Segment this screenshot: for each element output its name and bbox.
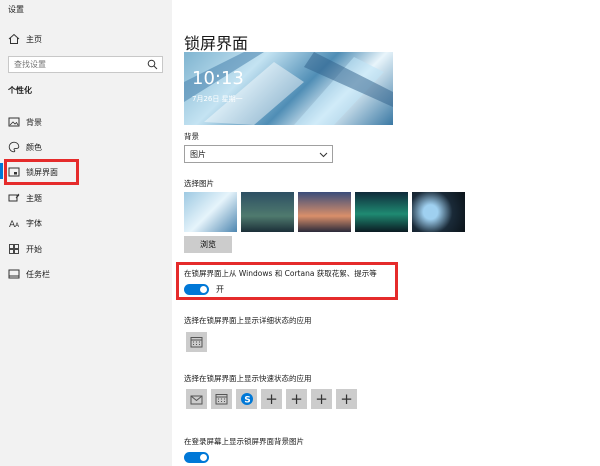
window-title: 设置 — [8, 5, 24, 14]
detailed-status-app-calendar[interactable] — [186, 332, 207, 352]
quick-status-add-button[interactable]: + — [311, 389, 332, 409]
svg-text:A: A — [15, 222, 20, 229]
preview-time: 10:13 — [192, 68, 244, 89]
sidebar: 设置 主页 个性化 背景 颜色 锁屏界面 — [0, 0, 172, 466]
picture-thumbnail[interactable] — [298, 192, 351, 232]
picture-thumbnail[interactable] — [355, 192, 408, 232]
browse-button[interactable]: 浏览 — [184, 236, 232, 253]
sidebar-item-label: 字体 — [26, 218, 42, 228]
plus-icon: + — [315, 389, 328, 408]
sidebar-item-label: 颜色 — [26, 142, 42, 152]
start-icon — [9, 244, 19, 254]
sidebar-item-label: 主题 — [26, 193, 42, 203]
taskbar-icon — [8, 269, 20, 279]
picture-thumbnail[interactable] — [184, 192, 237, 232]
preview-date: 7月26日 星期一 — [192, 95, 243, 103]
plus-icon: + — [265, 389, 278, 408]
sidebar-item-home[interactable]: 主页 — [8, 31, 42, 47]
quick-status-add-button[interactable]: + — [336, 389, 357, 409]
calendar-icon — [190, 337, 203, 348]
quick-status-add-button[interactable]: + — [261, 389, 282, 409]
calendar-icon — [215, 394, 228, 405]
picture-thumbnails — [184, 192, 469, 232]
sidebar-item-themes[interactable]: 主题 — [8, 190, 42, 206]
toggle-knob — [200, 286, 207, 293]
home-icon — [8, 33, 20, 44]
themes-icon — [8, 193, 20, 202]
quick-status-add-button[interactable]: + — [286, 389, 307, 409]
image-icon — [8, 117, 20, 127]
search-box[interactable] — [8, 56, 163, 73]
selection-highlight-box — [4, 159, 79, 185]
sidebar-item-label: 开始 — [26, 244, 42, 254]
main-content: 锁屏界面 10:13 7月26日 星期一 背景 图片 选择图片 浏览 在锁屏界面… — [172, 0, 600, 466]
quick-status-app-calendar[interactable] — [211, 389, 232, 409]
background-label: 背景 — [184, 132, 199, 141]
mail-icon — [190, 395, 203, 404]
sidebar-item-start[interactable]: 开始 — [8, 241, 42, 257]
skype-icon: S — [240, 393, 253, 405]
background-dropdown[interactable]: 图片 — [184, 145, 333, 163]
fun-facts-toggle[interactable] — [184, 284, 209, 295]
detailed-status-label: 选择在锁屏界面上显示详细状态的应用 — [184, 316, 312, 325]
search-input[interactable] — [9, 60, 144, 69]
toggle-knob — [200, 454, 207, 461]
picture-thumbnail[interactable] — [412, 192, 465, 232]
quick-status-app-mail[interactable] — [186, 389, 207, 409]
picture-thumbnail[interactable] — [241, 192, 294, 232]
quick-status-label: 选择在锁屏界面上显示快速状态的应用 — [184, 374, 312, 383]
choose-picture-label: 选择图片 — [184, 179, 214, 188]
quick-status-app-skype[interactable]: S — [236, 389, 257, 409]
font-icon: A A — [9, 220, 20, 229]
search-icon[interactable] — [147, 59, 158, 70]
sidebar-item-colors[interactable]: 颜色 — [8, 139, 42, 155]
lockscreen-preview: 10:13 7月26日 星期一 — [184, 52, 393, 125]
sidebar-item-label: 背景 — [26, 117, 42, 127]
plus-icon: + — [340, 389, 353, 408]
page-title: 锁屏界面 — [184, 34, 249, 53]
fun-facts-toggle-state: 开 — [216, 285, 224, 294]
svg-text:S: S — [244, 395, 250, 405]
section-title: 个性化 — [8, 86, 32, 95]
signin-background-label: 在登录屏幕上显示锁屏界面背景图片 — [184, 437, 304, 446]
plus-icon: + — [290, 389, 303, 408]
sidebar-item-label: 任务栏 — [26, 269, 50, 279]
sidebar-item-fonts[interactable]: A A 字体 — [8, 215, 42, 231]
palette-icon — [8, 141, 20, 153]
sidebar-item-taskbar[interactable]: 任务栏 — [8, 266, 50, 282]
selection-indicator — [0, 163, 3, 179]
sidebar-item-background[interactable]: 背景 — [8, 114, 42, 130]
chevron-down-icon — [319, 152, 328, 158]
signin-background-toggle[interactable] — [184, 452, 209, 463]
background-dropdown-value: 图片 — [190, 149, 206, 159]
fun-facts-label: 在锁屏界面上从 Windows 和 Cortana 获取花絮、提示等 — [184, 269, 377, 278]
sidebar-item-label: 主页 — [26, 34, 42, 44]
